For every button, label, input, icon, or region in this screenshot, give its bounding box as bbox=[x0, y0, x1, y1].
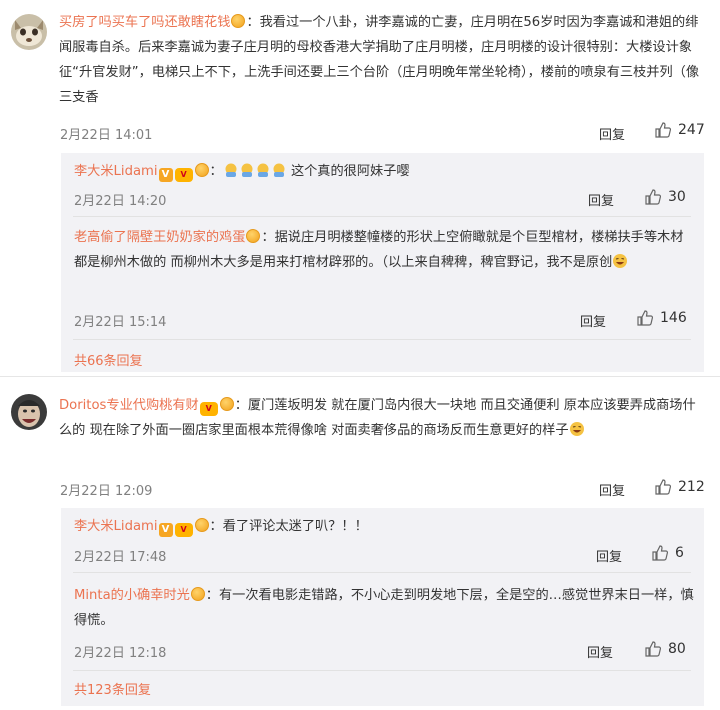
like-count: 80 bbox=[668, 641, 686, 657]
gold-badge-icon bbox=[219, 397, 234, 411]
reply-divider bbox=[73, 339, 691, 340]
laugh-emoji-icon bbox=[569, 422, 585, 438]
v-badge-icon: V bbox=[158, 523, 173, 537]
avatar-dog-icon[interactable] bbox=[11, 14, 47, 50]
comment-username[interactable]: 买房了吗买车了吗还敢瞎花钱 bbox=[59, 15, 230, 30]
comment-2: Doritos专业代购桃有财 V ：厦门莲坂明发 就在厦门岛内很大一块地 而且交通便… bbox=[0, 380, 720, 710]
reply-body: 老高偷了隔壁王奶奶家的鸡蛋 ：据说庄月明楼整幢楼的形状上空俯瞰就是个巨型棺材，楼梯… bbox=[74, 225, 694, 275]
reply-body: 李大米Lidami V V ：看了评论太迷了叭？！！ bbox=[74, 514, 694, 539]
reply-text: ： bbox=[209, 164, 223, 179]
comment-body: 买房了吗买车了吗还敢瞎花钱 ：我看过一个八卦，讲李嘉诚的亡妻，庄月明在56岁时因为… bbox=[59, 10, 704, 110]
more-replies-link[interactable]: 共123条回复 bbox=[74, 679, 151, 698]
reply-2: 老高偷了隔壁王奶奶家的鸡蛋 ：据说庄月明楼整幢楼的形状上空俯瞰就是个巨型棺材，楼梯… bbox=[61, 217, 704, 335]
vip-badge-icon: V bbox=[174, 523, 193, 537]
like-button[interactable]: 30 bbox=[644, 188, 686, 206]
vip-badge-icon: V bbox=[199, 402, 218, 416]
reply-button[interactable]: 回复 bbox=[587, 642, 613, 661]
like-button[interactable]: 212 bbox=[654, 478, 705, 496]
reply-date: 2月22日 12:18 bbox=[74, 646, 167, 661]
like-count: 146 bbox=[660, 310, 687, 326]
reply-date: 2月22日 14:20 bbox=[74, 194, 167, 209]
gold-badge-icon bbox=[190, 587, 205, 601]
reply-date: 2月22日 15:14 bbox=[74, 315, 167, 330]
reply-body: 李大米Lidami V V： 这个真的很阿妹子嘤 bbox=[74, 159, 694, 184]
comment-username[interactable]: Doritos专业代购桃有财 bbox=[59, 398, 199, 413]
gold-badge-icon bbox=[246, 229, 261, 243]
comment-body: Doritos专业代购桃有财 V ：厦门莲坂明发 就在厦门岛内很大一块地 而且交通便… bbox=[59, 393, 704, 443]
comment-1: 买房了吗买车了吗还敢瞎花钱 ：我看过一个八卦，讲李嘉诚的亡妻，庄月明在56岁时因为… bbox=[0, 0, 720, 372]
thumbs-up-icon bbox=[652, 545, 669, 561]
laugh-emoji-icon bbox=[612, 254, 628, 270]
thumbs-up-icon bbox=[655, 479, 672, 495]
gold-badge-icon bbox=[194, 163, 209, 177]
reply-text: ：看了评论太迷了叭？！！ bbox=[209, 519, 368, 534]
comment-separator bbox=[0, 376, 720, 377]
reply-button[interactable]: 回复 bbox=[596, 546, 622, 565]
like-button[interactable]: 247 bbox=[654, 121, 705, 139]
reply-1: 李大米Lidami V V ：看了评论太迷了叭？！！ 2月22日 17:48 回复 6 bbox=[61, 508, 704, 572]
thumbs-up-icon bbox=[637, 310, 654, 326]
replies-panel: 李大米Lidami V V ：看了评论太迷了叭？！！ 2月22日 17:48 回复 6… bbox=[61, 508, 704, 706]
v-badge-icon: V bbox=[158, 168, 173, 182]
reply-text-tail: 这个真的很阿妹子嘤 bbox=[290, 164, 410, 179]
reply-date: 2月22日 17:48 bbox=[74, 550, 167, 565]
reply-button[interactable]: 回复 bbox=[599, 124, 625, 143]
like-button[interactable]: 146 bbox=[636, 309, 687, 327]
thumbs-up-icon bbox=[645, 189, 662, 205]
crying-emoji-icon bbox=[223, 163, 287, 179]
reply-1: 李大米Lidami V V： 这个真的很阿妹子嘤 2月22日 14:20 回复 30 bbox=[61, 153, 704, 215]
gold-badge-icon bbox=[231, 14, 246, 28]
like-button[interactable]: 6 bbox=[651, 544, 684, 562]
like-count: 6 bbox=[675, 545, 684, 561]
comment-date: 2月22日 14:01 bbox=[60, 128, 153, 143]
like-button[interactable]: 80 bbox=[644, 640, 686, 658]
vip-badge-icon: V bbox=[174, 168, 193, 182]
more-replies-link[interactable]: 共66条回复 bbox=[74, 350, 143, 369]
like-count: 30 bbox=[668, 189, 686, 205]
like-count: 212 bbox=[678, 479, 705, 495]
replies-panel: 李大米Lidami V V： 这个真的很阿妹子嘤 2月22日 14:20 回复 30… bbox=[61, 153, 704, 372]
reply-username[interactable]: Minta的小确幸时光 bbox=[74, 588, 190, 603]
thumbs-up-icon bbox=[645, 641, 662, 657]
avatar-man-icon[interactable] bbox=[11, 394, 47, 430]
reply-divider bbox=[73, 670, 691, 671]
comment-date: 2月22日 12:09 bbox=[60, 484, 153, 499]
reply-body: Minta的小确幸时光 ：有一次看电影走错路，不小心走到明发地下层，全是空的…感觉… bbox=[74, 583, 694, 633]
reply-2: Minta的小确幸时光 ：有一次看电影走错路，不小心走到明发地下层，全是空的…感觉… bbox=[61, 573, 704, 668]
reply-username[interactable]: 李大米Lidami bbox=[74, 164, 158, 179]
reply-button[interactable]: 回复 bbox=[599, 480, 625, 499]
thumbs-up-icon bbox=[655, 122, 672, 138]
reply-username[interactable]: 老高偷了隔壁王奶奶家的鸡蛋 bbox=[74, 230, 245, 245]
gold-badge-icon bbox=[194, 518, 209, 532]
reply-button[interactable]: 回复 bbox=[588, 190, 614, 209]
reply-button[interactable]: 回复 bbox=[580, 311, 606, 330]
reply-username[interactable]: 李大米Lidami bbox=[74, 519, 158, 534]
like-count: 247 bbox=[678, 122, 705, 138]
